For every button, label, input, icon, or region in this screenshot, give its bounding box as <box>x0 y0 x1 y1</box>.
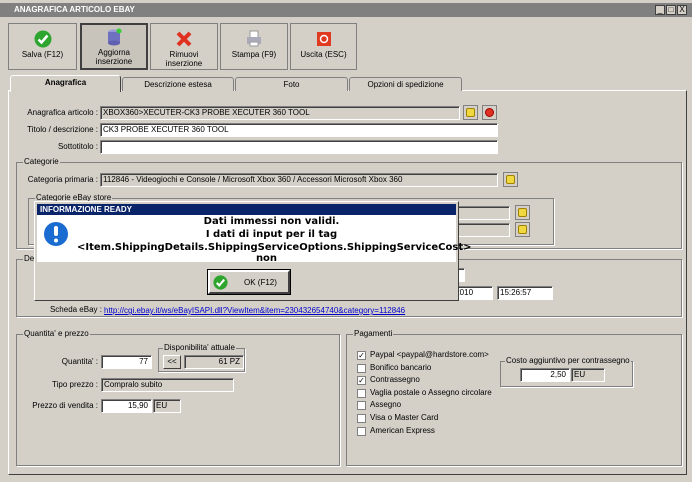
tab-descrizione-estesa[interactable]: Descrizione estesa <box>122 77 234 91</box>
payment-checkbox[interactable] <box>357 414 366 423</box>
print-label: Stampa (F9) <box>231 50 277 59</box>
dialog-line-2: I dati di input per il tag <box>205 229 338 240</box>
payment-checkbox[interactable] <box>357 388 366 398</box>
payment-label: American Express <box>370 425 435 435</box>
tab-opzioni-spedizione[interactable]: Opzioni di spedizione <box>349 77 462 91</box>
update-listing-label: Aggiorna inserzione <box>95 48 133 66</box>
articolo-field[interactable]: XBOX360>XECUTER-CK3 PROBE XECUTER 360 TO… <box>100 106 460 120</box>
payment-label: Contrassegno <box>370 375 420 385</box>
prezzo-label: Prezzo di vendita : <box>32 401 98 410</box>
dialog-line-1: Dati immessi non validi. <box>203 216 340 227</box>
database-icon <box>108 28 122 46</box>
scheda-ebay-link[interactable]: http://cgi.ebay.it/ws/eBayISAPI.dll?View… <box>104 306 405 315</box>
tab-anagrafica[interactable]: Anagrafica <box>10 75 121 92</box>
power-icon <box>316 32 331 46</box>
quantita-label: Quantita' : <box>61 357 98 366</box>
folder-icon[interactable] <box>515 222 530 237</box>
payment-checkbox[interactable]: ✓ <box>357 376 366 386</box>
folder-icon[interactable] <box>463 105 478 120</box>
printer-icon <box>247 30 261 47</box>
folder-icon[interactable] <box>515 205 530 220</box>
maximize-button[interactable]: □ <box>666 5 676 15</box>
prezzo-input[interactable]: 15,90 <box>101 399 152 413</box>
prezzo-currency: EU <box>153 399 181 413</box>
payment-label: Assegno <box>370 400 402 410</box>
payment-checkbox[interactable] <box>357 363 366 373</box>
payment-label: Vaglia postale o Assegno circolare <box>370 387 492 397</box>
costo-input[interactable]: 2,50 <box>520 368 570 382</box>
costo-currency: EU <box>571 368 605 382</box>
copy-availability-button[interactable]: << <box>163 355 181 369</box>
check-icon <box>213 275 228 290</box>
print-button[interactable]: Stampa (F9) <box>220 23 288 70</box>
payment-checkbox[interactable] <box>357 401 366 411</box>
remove-listing-button[interactable]: Rimuovi inserzione <box>150 23 218 70</box>
check-icon <box>34 30 51 48</box>
save-label: Salva (F12) <box>21 50 64 59</box>
quantita-input[interactable]: 77 <box>101 355 152 369</box>
info-dialog: INFORMAZIONE READY Dati immessi non vali… <box>34 201 472 301</box>
dialog-line-3: <Item.ShippingDetails.ShippingServiceOpt… <box>77 242 472 264</box>
dialog-message-area: Dati immessi non validi. I dati di input… <box>37 215 472 264</box>
exit-button[interactable]: Uscita (ESC) <box>290 23 357 70</box>
payment-label: Bonifico bancario <box>370 362 432 372</box>
disponibilita-field: 61 PZ <box>184 355 244 369</box>
scheda-ebay-label: Scheda eBay : <box>49 305 102 314</box>
save-button[interactable]: Salva (F12) <box>8 23 77 70</box>
tipo-prezzo-label: Tipo prezzo : <box>52 380 98 389</box>
x-icon <box>176 31 192 47</box>
minimize-button[interactable]: _ <box>655 5 665 15</box>
categorie-title: Categorie <box>23 157 60 166</box>
dialog-title: INFORMAZIONE READY <box>37 204 456 215</box>
titolo-label: Titolo / descrizione : <box>27 125 98 134</box>
payment-checkbox[interactable] <box>357 426 366 436</box>
update-listing-button[interactable]: Aggiorna inserzione <box>80 23 148 70</box>
folder-icon[interactable] <box>503 172 518 187</box>
disponibilita-title: Disponibilita' attuale <box>163 343 236 352</box>
delete-icon[interactable] <box>482 105 497 120</box>
quantita-title: Quantita' e prezzo <box>23 329 90 338</box>
sottotitolo-input[interactable] <box>100 140 498 154</box>
ok-label: OK (F12) <box>244 278 277 287</box>
remove-listing-label: Rimuovi inserzione <box>165 50 203 68</box>
titolo-input[interactable]: CK3 PROBE XECUTER 360 TOOL <box>100 123 498 137</box>
sottotitolo-label: Sottotitolo : <box>57 142 98 151</box>
tab-foto[interactable]: Foto <box>235 77 348 91</box>
exclamation-icon <box>44 222 68 246</box>
exit-label: Uscita (ESC) <box>300 50 347 59</box>
ok-button[interactable]: OK (F12) <box>207 269 291 295</box>
payment-label: Paypal <paypal@hardstore.com> <box>370 350 489 359</box>
payment-checkbox[interactable]: ✓ <box>357 351 366 360</box>
close-button[interactable]: X <box>677 5 687 15</box>
tipo-prezzo-field[interactable]: Compralo subito <box>101 378 234 392</box>
articolo-label: Anagrafica articolo : <box>27 108 98 117</box>
payment-label: Visa o Master Card <box>370 413 439 422</box>
costo-title: Costo aggiuntivo per contrassegno <box>505 356 631 365</box>
categoria-primaria-label: Categoria primaria : <box>27 175 98 184</box>
categoria-primaria-field[interactable]: 112846 - Videogiochi e Console / Microso… <box>100 173 498 187</box>
pagamenti-title: Pagamenti <box>353 329 394 338</box>
time-field[interactable]: 15:26:57 <box>497 286 553 300</box>
window-title: ANAGRAFICA ARTICOLO EBAY <box>0 3 692 17</box>
